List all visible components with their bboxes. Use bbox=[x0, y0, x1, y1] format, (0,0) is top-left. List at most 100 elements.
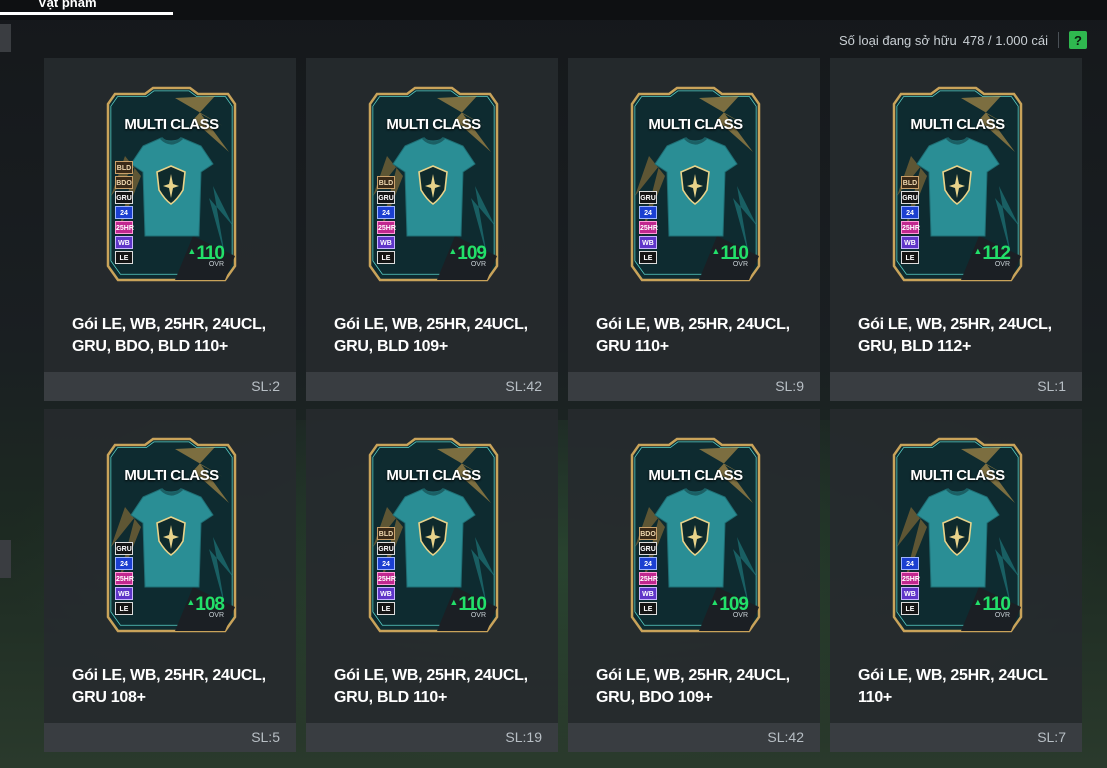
badge-list: GRU 24 25HR WB LE bbox=[639, 191, 658, 264]
card-class-label: MULTI CLASS bbox=[910, 467, 1005, 484]
item-tile[interactable]: MULTI CLASS BDO GRU 24 25HR WB LE ▲109 OVR Gó… bbox=[568, 409, 820, 752]
ovr-up-arrow-icon: ▲ bbox=[710, 597, 719, 607]
item-title: Gói LE, WB, 25HR, 24UCL, GRU, BLD 112+ bbox=[858, 316, 1052, 355]
badge-wb: WB bbox=[377, 236, 395, 249]
multi-class-card: MULTI CLASS BLD GRU 24 25HR WB LE ▲110 OVR bbox=[367, 437, 500, 633]
quantity-footer: SL:7 bbox=[830, 723, 1082, 752]
ovr-value: ▲110 bbox=[973, 593, 1011, 614]
ovr-value: ▲110 bbox=[711, 242, 749, 263]
badge-24: 24 bbox=[377, 206, 395, 219]
item-title: Gói LE, WB, 25HR, 24UCL 110+ bbox=[858, 667, 1048, 706]
badge-bld: BLD bbox=[901, 176, 919, 189]
badge-wb: WB bbox=[901, 587, 919, 600]
item-tile[interactable]: MULTI CLASS BLD GRU 24 25HR WB LE ▲110 OVR Gó… bbox=[306, 409, 558, 752]
badge-wb: WB bbox=[115, 236, 133, 249]
badge-le: LE bbox=[377, 251, 395, 264]
multi-class-card: MULTI CLASS GRU 24 25HR WB LE ▲110 OVR bbox=[629, 86, 762, 282]
multi-class-card: MULTI CLASS BLD BDO GRU 24 25HR WB LE ▲110 OVR bbox=[105, 86, 238, 282]
badge-24: 24 bbox=[377, 557, 395, 570]
badge-gru: GRU bbox=[377, 191, 395, 204]
ovr-value: ▲108 bbox=[186, 593, 225, 614]
item-tile[interactable]: MULTI CLASS GRU 24 25HR WB LE ▲110 OVR Gói L… bbox=[568, 58, 820, 401]
badge-25hr: 25HR bbox=[639, 221, 658, 234]
item-tile[interactable]: MULTI CLASS BLD BDO GRU 24 25HR WB LE ▲110 OVR… bbox=[44, 58, 296, 401]
badge-gru: GRU bbox=[115, 542, 133, 555]
item-title: Gói LE, WB, 25HR, 24UCL, GRU, BDO, BLD 1… bbox=[72, 316, 266, 355]
multi-class-card: MULTI CLASS GRU 24 25HR WB LE ▲108 OVR bbox=[105, 437, 238, 633]
multi-class-card: MULTI CLASS BLD GRU 24 25HR WB LE ▲109 OVR bbox=[367, 86, 500, 282]
quantity-footer: SL:9 bbox=[568, 372, 820, 401]
badge-le: LE bbox=[901, 251, 919, 264]
ovr-label: OVR bbox=[470, 612, 486, 619]
item-title: Gói LE, WB, 25HR, 24UCL, GRU, BLD 110+ bbox=[334, 667, 528, 706]
item-title: Gói LE, WB, 25HR, 24UCL, GRU 110+ bbox=[596, 316, 790, 355]
ovr-value: ▲109 bbox=[710, 593, 749, 614]
badge-bdo: BDO bbox=[115, 176, 133, 189]
card-class-label: MULTI CLASS bbox=[386, 467, 481, 484]
badge-wb: WB bbox=[115, 587, 133, 600]
badge-le: LE bbox=[115, 251, 133, 264]
ovr-up-arrow-icon: ▲ bbox=[711, 246, 720, 256]
badge-le: LE bbox=[377, 602, 395, 615]
badge-list: BLD GRU 24 25HR WB LE bbox=[377, 176, 396, 264]
top-bar: Vật phẩm bbox=[0, 0, 1107, 20]
badge-25hr: 25HR bbox=[115, 572, 134, 585]
badge-25hr: 25HR bbox=[115, 221, 134, 234]
card-class-label: MULTI CLASS bbox=[124, 116, 219, 133]
item-tile[interactable]: MULTI CLASS 24 25HR WB LE ▲110 OVR Gói LE, … bbox=[830, 409, 1082, 752]
ovr-value: ▲109 bbox=[448, 242, 487, 263]
badge-le: LE bbox=[639, 602, 657, 615]
badge-gru: GRU bbox=[901, 191, 919, 204]
item-tile[interactable]: MULTI CLASS GRU 24 25HR WB LE ▲108 OVR Gói L… bbox=[44, 409, 296, 752]
ovr-up-arrow-icon: ▲ bbox=[187, 246, 196, 256]
ovr-label: OVR bbox=[470, 261, 486, 268]
card-class-label: MULTI CLASS bbox=[124, 467, 219, 484]
badge-gru: GRU bbox=[639, 542, 657, 555]
ovr-up-arrow-icon: ▲ bbox=[973, 597, 982, 607]
ovr-label: OVR bbox=[994, 612, 1010, 619]
badge-24: 24 bbox=[639, 557, 657, 570]
badge-list: GRU 24 25HR WB LE bbox=[115, 542, 134, 615]
multi-class-card: MULTI CLASS BDO GRU 24 25HR WB LE ▲109 OVR bbox=[629, 437, 762, 633]
badge-24: 24 bbox=[639, 206, 657, 219]
badge-le: LE bbox=[639, 251, 657, 264]
badge-25hr: 25HR bbox=[377, 572, 396, 585]
badge-wb: WB bbox=[639, 587, 657, 600]
owned-count-bar: Số loại đang sở hữu 478 / 1.000 cái ? bbox=[839, 30, 1087, 50]
owned-label: Số loại đang sở hữu bbox=[839, 32, 957, 48]
card-class-label: MULTI CLASS bbox=[910, 116, 1005, 133]
item-tile[interactable]: MULTI CLASS BLD GRU 24 25HR WB LE ▲109 OVR Gó… bbox=[306, 58, 558, 401]
ovr-label: OVR bbox=[208, 612, 224, 619]
ovr-value: ▲112 bbox=[973, 242, 1011, 263]
ovr-label: OVR bbox=[208, 261, 224, 268]
ovr-up-arrow-icon: ▲ bbox=[186, 597, 195, 607]
ovr-value: ▲110 bbox=[449, 593, 487, 614]
help-button[interactable]: ? bbox=[1069, 31, 1087, 49]
ovr-value: ▲110 bbox=[187, 242, 225, 263]
badge-list: BDO GRU 24 25HR WB LE bbox=[639, 527, 658, 615]
quantity-footer: SL:1 bbox=[830, 372, 1082, 401]
badge-list: BLD GRU 24 25HR WB LE bbox=[901, 176, 920, 264]
badge-25hr: 25HR bbox=[639, 572, 658, 585]
quantity-footer: SL:42 bbox=[306, 372, 558, 401]
badge-gru: GRU bbox=[639, 191, 657, 204]
item-tile[interactable]: MULTI CLASS BLD GRU 24 25HR WB LE ▲112 OVR Gó… bbox=[830, 58, 1082, 401]
card-class-label: MULTI CLASS bbox=[648, 116, 743, 133]
quantity-footer: SL:19 bbox=[306, 723, 558, 752]
quantity-footer: SL:2 bbox=[44, 372, 296, 401]
item-title: Gói LE, WB, 25HR, 24UCL, GRU 108+ bbox=[72, 667, 266, 706]
badge-24: 24 bbox=[115, 206, 133, 219]
badge-list: BLD BDO GRU 24 25HR WB LE bbox=[115, 161, 134, 264]
item-title: Gói LE, WB, 25HR, 24UCL, GRU, BLD 109+ bbox=[334, 316, 528, 355]
multi-class-card: MULTI CLASS BLD GRU 24 25HR WB LE ▲112 OVR bbox=[891, 86, 1024, 282]
ovr-label: OVR bbox=[994, 261, 1010, 268]
item-title: Gói LE, WB, 25HR, 24UCL, GRU, BDO 109+ bbox=[596, 667, 790, 706]
badge-bld: BLD bbox=[115, 161, 133, 174]
divider bbox=[1058, 32, 1059, 48]
multi-class-card: MULTI CLASS 24 25HR WB LE ▲110 OVR bbox=[891, 437, 1024, 633]
badge-bld: BLD bbox=[377, 176, 395, 189]
ovr-label: OVR bbox=[732, 261, 748, 268]
ovr-up-arrow-icon: ▲ bbox=[449, 597, 458, 607]
tab-active-indicator bbox=[0, 12, 173, 15]
ovr-up-arrow-icon: ▲ bbox=[448, 246, 457, 256]
